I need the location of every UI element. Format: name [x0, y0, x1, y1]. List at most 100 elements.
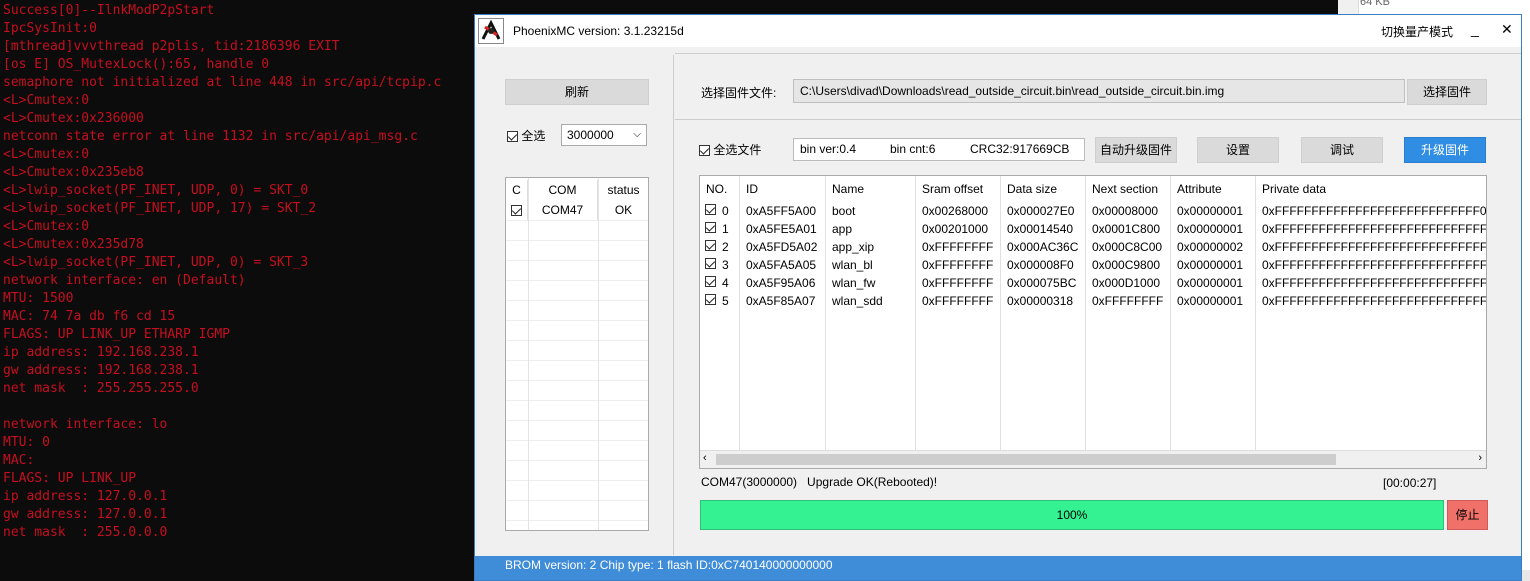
header-sram-offset[interactable]: Sram offset	[922, 182, 983, 196]
row-checkbox[interactable]	[705, 276, 716, 287]
header-private-data[interactable]: Private data	[1262, 182, 1326, 196]
select-all-files-checkbox[interactable]	[699, 145, 710, 157]
cell-name: wlan_sdd	[832, 294, 883, 308]
table-row[interactable]: 0 0xA5FF5A00 boot 0x00268000 0x000027E0 0x000…	[700, 202, 1486, 220]
select-firmware-button[interactable]: 选择固件	[1407, 79, 1487, 105]
cell-data-size: 0x000075BC	[1007, 276, 1077, 290]
terminal-line: <L>lwip_socket(PF_INET, UDP, 0) = SKT_0	[3, 183, 309, 198]
select-all-com[interactable]: 全选	[507, 127, 545, 144]
cell-attribute: 0x00000001	[1177, 294, 1244, 308]
auto-upgrade-button[interactable]: 自动升级固件	[1095, 137, 1177, 163]
cell-sram-offset: 0xFFFFFFFF	[922, 276, 994, 290]
debug-button[interactable]: 调试	[1301, 137, 1383, 163]
terminal-line: <L>Cmutex:0x235d78	[3, 237, 144, 252]
table-row[interactable]: 4 0xA5F95A06 wlan_fw 0xFFFFFFFF 0x000075BC 0x…	[700, 274, 1486, 292]
cell-data-size: 0x00014540	[1007, 222, 1074, 236]
table-row[interactable]: 5 0xA5F85A07 wlan_sdd 0xFFFFFFFF 0x00000318 0…	[700, 292, 1486, 310]
cell-sram-offset: 0xFFFFFFFF	[922, 294, 994, 308]
table-row[interactable]: 2 0xA5FD5A02 app_xip 0xFFFFFFFF 0x000AC36C 0x…	[700, 238, 1486, 256]
phoenixmc-window: PhoenixMC version: 3.1.23215d 切换量产模式 _ ✕…	[474, 14, 1522, 581]
cell-private-data: 0xFFFFFFFFFFFFFFFFFFFFFFFFFFFFFFFFFFFF	[1262, 294, 1487, 308]
terminal-window[interactable]: Success[0]--IlnkModP2pStart IpcSysInit:0 […	[0, 0, 476, 581]
cell-attribute: 0x00000001	[1177, 276, 1244, 290]
cell-next-section: 0x000D1000	[1092, 276, 1161, 290]
terminal-line: IpcSysInit:0	[3, 21, 97, 36]
cell-name: wlan_fw	[832, 276, 876, 290]
cell-name: wlan_bl	[832, 258, 873, 272]
com-row-status: OK	[614, 203, 633, 217]
settings-button[interactable]: 设置	[1197, 137, 1279, 163]
cell-id: 0xA5FF5A00	[746, 204, 817, 218]
firmware-file-label: 选择固件文件:	[701, 86, 777, 100]
com-header-check: C	[506, 180, 528, 200]
cell-no: 2	[722, 240, 729, 254]
row-checkbox[interactable]	[705, 258, 716, 269]
minimize-button[interactable]: _	[1471, 21, 1479, 37]
row-checkbox[interactable]	[705, 240, 716, 251]
baud-rate-select[interactable]: 3000000 ⌵	[561, 124, 647, 146]
terminal-line: ip address: 127.0.0.1	[3, 489, 168, 504]
cell-id: 0xA5FA5A05	[746, 258, 817, 272]
header-next-section[interactable]: Next section	[1092, 182, 1158, 196]
cell-attribute: 0x00000001	[1177, 204, 1244, 218]
cell-no: 1	[722, 222, 729, 236]
table-row[interactable]: 3 0xA5FA5A05 wlan_bl 0xFFFFFFFF 0x000008F0 0x…	[700, 256, 1486, 274]
row-checkbox[interactable]	[705, 222, 716, 233]
elapsed-time: [00:00:27]	[1383, 476, 1437, 490]
grid-line	[598, 178, 599, 530]
close-button[interactable]: ✕	[1501, 21, 1513, 38]
select-all-files-label: 全选文件	[713, 143, 762, 157]
scroll-left-icon[interactable]: ‹	[703, 452, 707, 464]
row-checkbox[interactable]	[705, 204, 716, 215]
terminal-line: <L>Cmutex:0x235eb8	[3, 165, 144, 180]
cell-private-data: 0xFFFFFFFFFFFFFFFFFFFFFFFFFFFFFFFFFFFF	[1262, 276, 1487, 290]
com-row-checkbox[interactable]	[511, 205, 522, 217]
terminal-line: MAC:	[3, 453, 35, 468]
firmware-divider	[675, 119, 1521, 120]
firmware-sections-table: NO. ID Name Sram offset Data size Next sectio…	[699, 175, 1487, 469]
select-all-checkbox[interactable]	[507, 131, 518, 143]
horizontal-scrollbar[interactable]: ‹ ›	[700, 450, 1486, 468]
cell-id: 0xA5F85A07	[746, 294, 816, 308]
com-row-checkbox-cell[interactable]	[506, 200, 528, 220]
scroll-right-icon[interactable]: ›	[1478, 452, 1482, 464]
cell-no: 5	[722, 294, 729, 308]
header-attribute[interactable]: Attribute	[1177, 182, 1222, 196]
cell-attribute: 0x00000001	[1177, 258, 1244, 272]
terminal-line: semaphore not initialized at line 448 in…	[3, 75, 442, 90]
title-bar: PhoenixMC version: 3.1.23215d 切换量产模式 _ ✕	[475, 15, 1521, 47]
upgrade-firmware-button[interactable]: 升级固件	[1404, 137, 1486, 163]
terminal-line: Success[0]--IlnkModP2pStart	[3, 3, 215, 18]
header-no[interactable]: NO.	[706, 182, 727, 196]
com-row-port: COM47	[528, 200, 598, 220]
refresh-button[interactable]: 刷新	[505, 79, 649, 105]
cell-next-section: 0x0001C800	[1092, 222, 1161, 236]
bin-version: bin ver:0.4	[800, 142, 857, 156]
header-data-size[interactable]: Data size	[1007, 182, 1057, 196]
chevron-down-icon: ⌵	[633, 129, 641, 140]
header-id[interactable]: ID	[746, 182, 758, 196]
terminal-line: gw address: 127.0.0.1	[3, 507, 168, 522]
cell-next-section: 0x00008000	[1092, 204, 1159, 218]
cell-id: 0xA5FD5A02	[746, 240, 818, 254]
cell-attribute: 0x00000001	[1177, 222, 1244, 236]
row-checkbox[interactable]	[705, 294, 716, 305]
select-all-files[interactable]: 全选文件	[699, 141, 761, 158]
terminal-line: [mthread]vvvthread p2plis, tid:2186396 E…	[3, 39, 340, 54]
terminal-line: network interface: en (Default)	[3, 273, 246, 288]
terminal-line: <L>Cmutex:0	[3, 219, 90, 234]
progress-text: 100%	[1056, 508, 1088, 522]
cell-name: app	[832, 222, 853, 236]
stop-button[interactable]: 停止	[1447, 500, 1488, 530]
cell-sram-offset: 0xFFFFFFFF	[922, 258, 994, 272]
table-row[interactable]: 1 0xA5FE5A01 app 0x00201000 0x00014540 0x0001…	[700, 220, 1486, 238]
header-name[interactable]: Name	[832, 182, 864, 196]
baud-rate-value: 3000000	[567, 128, 614, 142]
terminal-line: net mask : 255.0.0.0	[3, 525, 168, 540]
firmware-path-field[interactable]: C:\Users\divad\Downloads\read_outside_ci…	[793, 79, 1405, 103]
scrollbar-thumb[interactable]	[716, 454, 1336, 465]
statusbar-text: BROM version: 2 Chip type: 1 flash ID:0x…	[505, 558, 833, 572]
terminal-line: <L>lwip_socket(PF_INET, UDP, 0) = SKT_3	[3, 255, 309, 270]
switch-production-mode-button[interactable]: 切换量产模式	[1381, 23, 1453, 40]
